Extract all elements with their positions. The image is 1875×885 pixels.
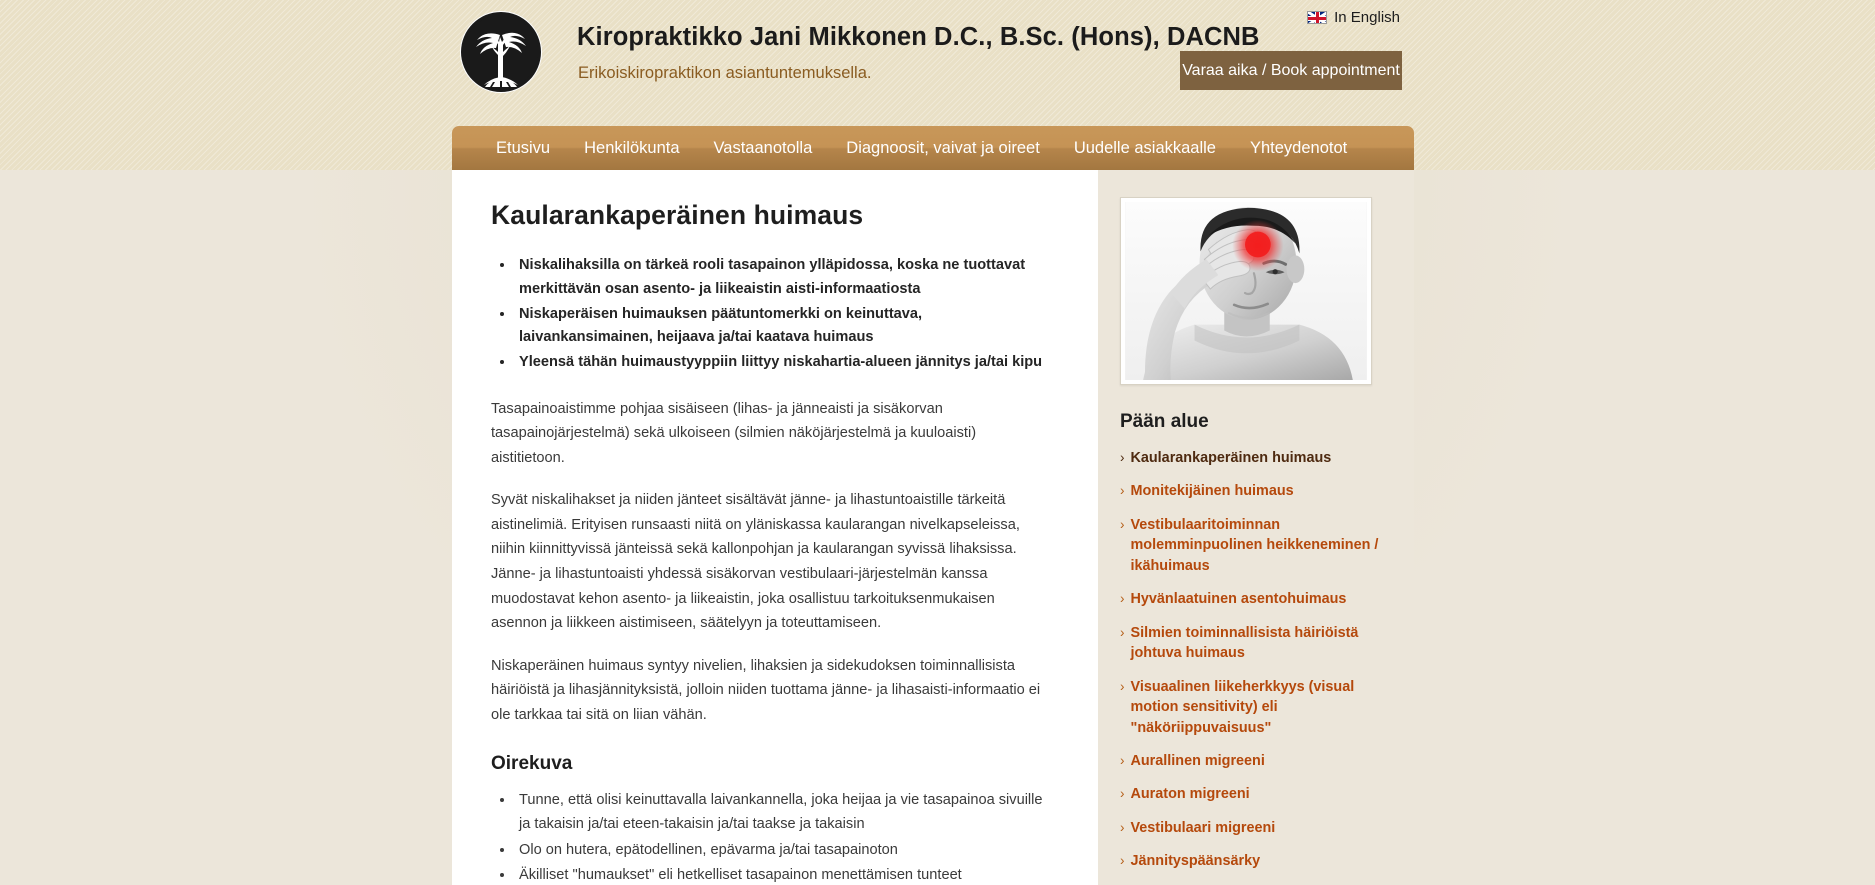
book-appointment-button[interactable]: Varaa aika / Book appointment xyxy=(1180,51,1402,90)
chevron-right-icon: › xyxy=(1120,819,1125,835)
sidebar-item-auraton-migreeni[interactable]: › Auraton migreeni xyxy=(1120,784,1394,804)
sidebar-item-label: Jännityspäänsärky xyxy=(1130,853,1261,870)
site-tagline: Erikoiskiropraktikon asiantuntemuksella. xyxy=(578,64,872,82)
body-paragraph: Niskaperäinen huimaus syntyy nivelien, l… xyxy=(491,657,1041,723)
nav-item-diagnoosit[interactable]: Diagnoosit, vaivat ja oireet xyxy=(846,137,1040,160)
sidebar-item-silmien-hairioista-johtuva-huimaus[interactable]: › Silmien toiminnallisista häiriöistä jo… xyxy=(1120,623,1394,664)
chevron-right-icon: › xyxy=(1120,450,1125,465)
sidebar-item-kaularankaperainen-huimaus[interactable]: › Kaularankaperäinen huimaus xyxy=(1120,448,1394,468)
nav-item-yhteydenotot[interactable]: Yhteydenotot xyxy=(1250,137,1347,160)
nav-item-vastaanotolla[interactable]: Vastaanotolla xyxy=(714,137,813,160)
chevron-right-icon: › xyxy=(1120,591,1125,607)
list-item: Niskaperäisen huimauksen päätuntomerkki … xyxy=(515,303,1050,351)
list-item: Olo on hutera, epätodellinen, epävarma j… xyxy=(515,839,1050,863)
list-item: Äkilliset "humaukset" eli hetkelliset ta… xyxy=(515,864,1050,885)
list-item: Niskalihaksilla on tärkeä rooli tasapain… xyxy=(515,254,1050,302)
page-body: Kaularankaperäinen huimaus Niskalihaksil… xyxy=(0,170,1875,885)
list-item: Yleensä tähän huimaustyyppiin liittyy ni… xyxy=(515,351,1050,375)
sidebar-photo-frame xyxy=(1120,197,1372,385)
chevron-right-icon: › xyxy=(1120,624,1125,640)
sidebar-link-list: › Kaularankaperäinen huimaus › Monitekij… xyxy=(1120,448,1394,885)
list-item: Tunne, että olisi keinuttavalla laivanka… xyxy=(515,789,1050,837)
content-shell: Kaularankaperäinen huimaus Niskalihaksil… xyxy=(452,170,1414,885)
sidebar-item-hyvanlaatuinen-asentohuimaus[interactable]: › Hyvänlaatuinen asentohuimaus xyxy=(1120,589,1394,609)
sidebar-item-label: Visuaalinen liikeherkkyys (visual motion… xyxy=(1130,678,1355,736)
sidebar-item-visuaalinen-liikeherkkyys[interactable]: › Visuaalinen liikeherkkyys (visual moti… xyxy=(1120,677,1394,738)
chevron-right-icon: › xyxy=(1120,483,1125,499)
chevron-right-icon: › xyxy=(1120,853,1125,869)
site-title: Kiropraktikko Jani Mikkonen D.C., B.Sc. … xyxy=(577,23,1260,51)
sidebar-item-label: Hyvänlaatuinen asentohuimaus xyxy=(1130,591,1347,608)
sidebar-item-label: Vestibulaaritoiminnan molemminpuolinen h… xyxy=(1130,516,1379,574)
chevron-right-icon: › xyxy=(1120,678,1125,694)
language-label: In English xyxy=(1334,9,1400,26)
symptom-bullet-list: Tunne, että olisi keinuttavalla laivanka… xyxy=(515,789,1050,885)
section-title-oirekuva: Oirekuva xyxy=(491,753,573,775)
right-sidebar: Pään alue › Kaularankaperäinen huimaus ›… xyxy=(1098,170,1414,885)
body-paragraph: Tasapainoaistimme pohjaa sisäiseen (liha… xyxy=(491,400,977,466)
chevron-right-icon: › xyxy=(1120,752,1125,768)
nav-item-uudelle-asiakkaalle[interactable]: Uudelle asiakkaalle xyxy=(1074,137,1216,160)
chevron-right-icon: › xyxy=(1120,786,1125,802)
sidebar-item-vestibulaari-migreeni[interactable]: › Vestibulaari migreeni xyxy=(1120,818,1394,838)
sidebar-item-label: Kaularankaperäinen huimaus xyxy=(1130,450,1332,466)
main-content: Kaularankaperäinen huimaus Niskalihaksil… xyxy=(452,170,1098,885)
nav-item-etusivu[interactable]: Etusivu xyxy=(496,137,550,160)
uk-flag-icon xyxy=(1307,11,1328,24)
page-title: Kaularankaperäinen huimaus xyxy=(491,200,864,230)
sidebar-item-label: Auraton migreeni xyxy=(1130,786,1250,803)
sidebar-item-label: Aurallinen migreeni xyxy=(1130,752,1265,769)
body-paragraph: Syvät niskalihakset ja niiden jänteet si… xyxy=(491,492,1020,632)
nav-item-henkilokunta[interactable]: Henkilökunta xyxy=(584,137,679,160)
sidebar-item-monitekijainen-huimaus[interactable]: › Monitekijäinen huimaus xyxy=(1120,481,1394,501)
man-holding-head-pain-photo xyxy=(1125,202,1367,380)
sidebar-item-label: Monitekijäinen huimaus xyxy=(1130,483,1294,500)
sidebar-item-jannityspaansarky[interactable]: › Jännityspäänsärky xyxy=(1120,851,1394,871)
main-navigation: Etusivu Henkilökunta Vastaanotolla Diagn… xyxy=(452,126,1414,170)
sidebar-title: Pään alue xyxy=(1120,411,1209,432)
sidebar-item-vestibulaaritoiminnan-heikkeneminen[interactable]: › Vestibulaaritoiminnan molemminpuolinen… xyxy=(1120,515,1394,576)
language-switch-in-english[interactable]: In English xyxy=(1307,9,1400,26)
chevron-right-icon: › xyxy=(1120,516,1125,532)
lead-bullet-list: Niskalihaksilla on tärkeä rooli tasapain… xyxy=(515,254,1050,375)
tree-in-circle-logo[interactable] xyxy=(460,11,542,93)
sidebar-item-label: Silmien toiminnallisista häiriöistä joht… xyxy=(1130,624,1359,662)
sidebar-item-label: Vestibulaari migreeni xyxy=(1130,819,1276,836)
sidebar-item-aurallinen-migreeni[interactable]: › Aurallinen migreeni xyxy=(1120,751,1394,771)
